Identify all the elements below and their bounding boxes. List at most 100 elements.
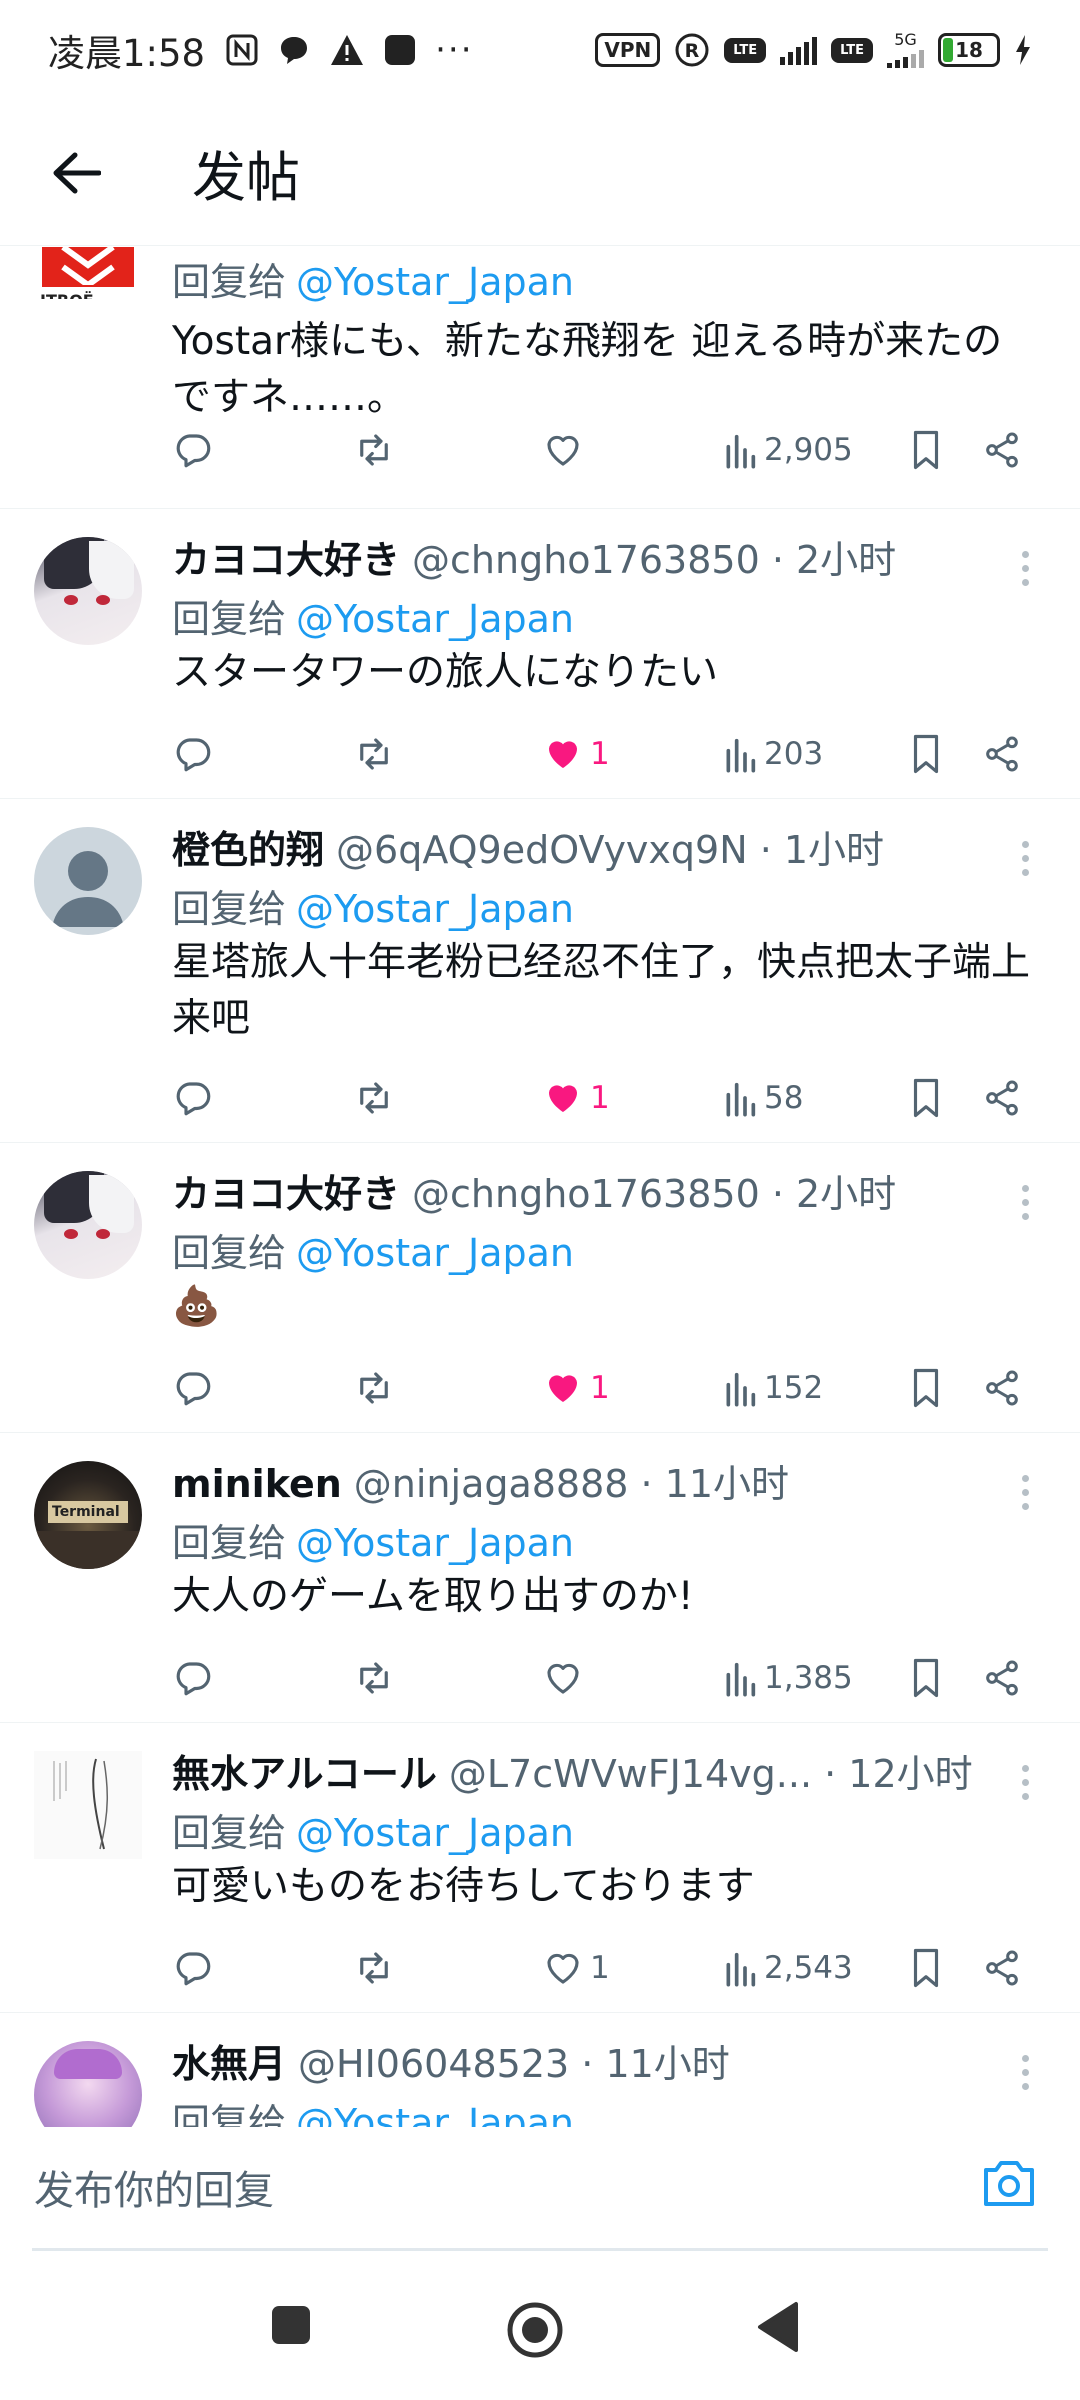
reply-mention-link[interactable]: @Yostar_Japan bbox=[296, 1231, 574, 1275]
comment-icon bbox=[176, 434, 211, 468]
system-nav-bar bbox=[0, 2250, 1080, 2400]
reply-mention-link[interactable]: @Yostar_Japan bbox=[296, 887, 574, 931]
reply-prefix: 回复给 bbox=[172, 1811, 287, 1855]
avatar-default[interactable] bbox=[34, 827, 142, 935]
author-name[interactable]: カヨコ大好き bbox=[172, 529, 400, 584]
author-name[interactable]: 無水アルコール bbox=[172, 1743, 437, 1798]
more-options-button[interactable] bbox=[1020, 841, 1030, 876]
more-options-button[interactable] bbox=[1020, 1765, 1030, 1800]
back-button[interactable] bbox=[36, 133, 116, 213]
avatar[interactable] bbox=[34, 1751, 142, 1859]
bar-chart-icon bbox=[726, 1372, 756, 1407]
bookmark-icon bbox=[913, 1948, 939, 1988]
author-name[interactable]: カヨコ大好き bbox=[172, 1163, 400, 1218]
share-button[interactable] bbox=[982, 1363, 1022, 1413]
volte-badge: LTE bbox=[724, 37, 767, 63]
bookmark-button[interactable] bbox=[908, 1363, 944, 1413]
reply-mention-link[interactable]: @Yostar_Japan bbox=[296, 1521, 574, 1565]
share-button[interactable] bbox=[982, 1943, 1022, 1993]
views-button[interactable]: 58 bbox=[722, 1073, 803, 1123]
reply-composer[interactable]: 发布你的回复 bbox=[0, 2128, 1080, 2251]
home-circle-icon bbox=[507, 2302, 563, 2358]
more-options-button[interactable] bbox=[1020, 1475, 1030, 1510]
more-options-button[interactable] bbox=[1020, 551, 1030, 586]
views-button[interactable]: 1,385 bbox=[722, 1653, 853, 1703]
share-button[interactable] bbox=[982, 425, 1022, 475]
reply-input[interactable]: 发布你的回复 bbox=[34, 2158, 274, 2216]
retweet-button[interactable] bbox=[352, 1073, 396, 1123]
author-name[interactable]: miniken bbox=[172, 1462, 342, 1506]
more-options-button[interactable] bbox=[1020, 2055, 1030, 2090]
reply-button[interactable] bbox=[172, 729, 214, 779]
reply-button[interactable] bbox=[172, 1943, 214, 1993]
tweet-actions: 1 2,543 bbox=[172, 1943, 1050, 1993]
retweet-icon bbox=[360, 1662, 388, 1694]
views-button[interactable]: 2,543 bbox=[722, 1943, 853, 1993]
like-button[interactable] bbox=[542, 1653, 584, 1703]
avatar[interactable]: ITROË bbox=[34, 247, 142, 299]
like-button[interactable] bbox=[542, 425, 584, 475]
avatar[interactable]: Terminal bbox=[34, 1461, 142, 1569]
reply-button[interactable] bbox=[172, 1073, 214, 1123]
bookmark-button[interactable] bbox=[908, 1653, 944, 1703]
bookmark-button[interactable] bbox=[908, 1073, 944, 1123]
tweet-item[interactable]: 無水アルコール @L7cWVwFJ14vg... · 12小时 回复给 @Yosta… bbox=[0, 1723, 1080, 2013]
tweet-actions: 1,385 bbox=[172, 1653, 1050, 1703]
retweet-button[interactable] bbox=[352, 1363, 396, 1413]
home-button[interactable] bbox=[505, 2300, 565, 2360]
share-button[interactable] bbox=[982, 1073, 1022, 1123]
author-name[interactable]: 橙色的翔 bbox=[172, 819, 324, 874]
bar-chart-icon bbox=[726, 1952, 756, 1987]
tweet-actions: 1 152 bbox=[172, 1363, 1050, 1413]
recents-button[interactable] bbox=[266, 2300, 316, 2350]
like-button[interactable]: 1 bbox=[542, 1363, 610, 1413]
reply-mention-link[interactable]: @Yostar_Japan bbox=[296, 597, 574, 641]
like-button[interactable]: 1 bbox=[542, 1073, 610, 1123]
reply-to-label: 回复给 @Yostar_Japan bbox=[172, 251, 1040, 306]
back-nav-button[interactable] bbox=[754, 2300, 802, 2354]
retweet-button[interactable] bbox=[352, 425, 396, 475]
tweet-item[interactable]: 橙色的翔 @6qAQ9edOVyvxq9N · 1小时 回复给 @Yostar_Ja… bbox=[0, 799, 1080, 1143]
heart-filled-icon bbox=[549, 1375, 577, 1402]
avatar[interactable] bbox=[34, 2041, 142, 2127]
like-count: 1 bbox=[590, 1080, 610, 1116]
tweet-item[interactable]: Terminal miniken @ninjaga8888 · 11小时 回复给 @… bbox=[0, 1433, 1080, 1723]
reply-button[interactable] bbox=[172, 1363, 214, 1413]
replies-feed[interactable]: ITROË 回复给@Yostar_Japan Yostar様にも、新たな飛翔を … bbox=[0, 247, 1080, 2127]
reply-mention-link[interactable]: @Yostar_Japan bbox=[296, 260, 574, 304]
like-button[interactable]: 1 bbox=[542, 729, 610, 779]
views-button[interactable]: 203 bbox=[722, 729, 823, 779]
retweet-button[interactable] bbox=[352, 729, 396, 779]
avatar[interactable] bbox=[34, 537, 142, 645]
views-button[interactable]: 2,905 bbox=[722, 425, 853, 475]
author-name[interactable]: 水無月 bbox=[172, 2033, 286, 2088]
bookmark-button[interactable] bbox=[908, 425, 944, 475]
bar-chart-icon bbox=[726, 1662, 756, 1697]
charging-icon bbox=[1014, 33, 1032, 67]
retweet-button[interactable] bbox=[352, 1943, 396, 1993]
tweet-item[interactable]: 水無月 @HI06048523 · 11小时 回复给 @Yostar_Japan bbox=[0, 2013, 1080, 2127]
retweet-button[interactable] bbox=[352, 1653, 396, 1703]
like-count: 1 bbox=[590, 736, 610, 772]
retweet-icon bbox=[360, 1372, 388, 1404]
share-icon bbox=[986, 1660, 1018, 1696]
nfc-icon bbox=[225, 33, 259, 67]
reply-mention-link[interactable]: @Yostar_Japan bbox=[296, 2101, 574, 2127]
reply-button[interactable] bbox=[172, 425, 214, 475]
avatar[interactable] bbox=[34, 1171, 142, 1279]
tweet-item[interactable]: ITROË 回复给@Yostar_Japan Yostar様にも、新たな飛翔を … bbox=[0, 247, 1080, 509]
tweet-text: スタータワーの旅人になりたい bbox=[172, 650, 719, 695]
reply-button[interactable] bbox=[172, 1653, 214, 1703]
share-button[interactable] bbox=[982, 729, 1022, 779]
share-button[interactable] bbox=[982, 1653, 1022, 1703]
tweet-item[interactable]: カヨコ大好き @chngho1763850 · 2小时 回复给 @Yostar_Ja… bbox=[0, 509, 1080, 799]
reply-prefix: 回复给 bbox=[172, 260, 287, 304]
reply-mention-link[interactable]: @Yostar_Japan bbox=[296, 1811, 574, 1855]
bookmark-button[interactable] bbox=[908, 729, 944, 779]
more-options-button[interactable] bbox=[1020, 1185, 1030, 1220]
tweet-item[interactable]: カヨコ大好き @chngho1763850 · 2小时 回复给 @Yostar_Ja… bbox=[0, 1143, 1080, 1433]
like-button[interactable]: 1 bbox=[542, 1943, 610, 1993]
camera-button[interactable] bbox=[980, 2156, 1038, 2214]
bookmark-button[interactable] bbox=[908, 1943, 944, 1993]
views-button[interactable]: 152 bbox=[722, 1363, 823, 1413]
